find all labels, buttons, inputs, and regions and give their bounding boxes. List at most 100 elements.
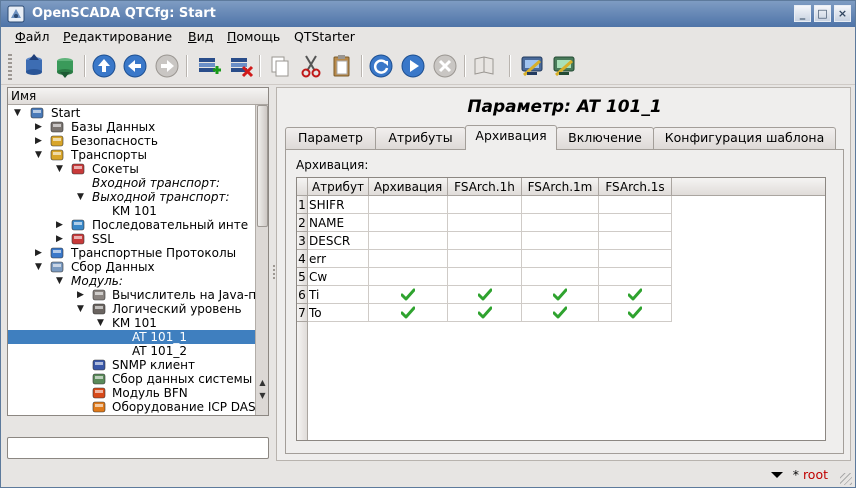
paste-icon[interactable]: [328, 52, 356, 80]
column-header-fsarch-1m[interactable]: FSArch.1m: [522, 178, 599, 196]
tree-item[interactable]: ▶ Вычислитель на Java-п: [8, 288, 256, 302]
user-menu-dropdown-icon[interactable]: [771, 472, 783, 478]
tree-item[interactable]: ▼ Сокеты: [8, 162, 255, 176]
collapsed-arrow-icon[interactable]: ▶: [77, 290, 87, 300]
menu-help[interactable]: Помощь: [227, 29, 280, 44]
copy-icon[interactable]: [266, 52, 294, 80]
tree-item[interactable]: AT 101_1: [8, 330, 255, 344]
toolbar-grip[interactable]: [8, 54, 12, 80]
archive-checkbox-cell[interactable]: [369, 286, 448, 304]
archive-checkbox-cell[interactable]: [599, 214, 672, 232]
collapsed-arrow-icon[interactable]: ▶: [35, 122, 45, 132]
db-load-icon[interactable]: [20, 52, 48, 80]
tree-item[interactable]: KM 101: [8, 204, 255, 218]
collapsed-arrow-icon[interactable]: ▶: [35, 248, 45, 258]
attribute-cell[interactable]: Ti: [308, 286, 369, 304]
attribute-cell[interactable]: SHIFR: [308, 196, 369, 214]
archive-checkbox-cell[interactable]: [369, 268, 448, 286]
expanded-arrow-icon[interactable]: ▼: [56, 276, 66, 286]
column-header-fsarch-1h[interactable]: FSArch.1h: [448, 178, 522, 196]
tree-item[interactable]: DAQ: [8, 414, 255, 415]
archive-checkbox-cell[interactable]: [522, 250, 599, 268]
archive-checkbox-cell[interactable]: [522, 304, 599, 322]
menu-file[interactable]: Файл: [15, 29, 50, 44]
tree-item[interactable]: ▼ Транспорты: [8, 148, 255, 162]
start-icon[interactable]: [399, 52, 427, 80]
archive-checkbox-cell[interactable]: [448, 214, 522, 232]
tree-item[interactable]: ▶ SSL: [8, 232, 255, 246]
manual-icon[interactable]: [470, 52, 498, 80]
status-input-field[interactable]: [7, 437, 269, 459]
attribute-cell[interactable]: To: [308, 304, 369, 322]
archive-checkbox-cell[interactable]: [448, 268, 522, 286]
row-number[interactable]: 3: [297, 232, 308, 250]
archive-checkbox-cell[interactable]: [522, 196, 599, 214]
attribute-cell[interactable]: NAME: [308, 214, 369, 232]
navigation-tree[interactable]: Имя ▼ Start ▶ Базы Данных ▶ Безопасность ▼ Тран…: [7, 87, 269, 416]
expanded-arrow-icon[interactable]: ▼: [97, 318, 107, 328]
archive-checkbox-cell[interactable]: [448, 232, 522, 250]
tree-item[interactable]: SNMP клиент: [8, 358, 255, 372]
archive-checkbox-cell[interactable]: [369, 214, 448, 232]
archive-checkbox-cell[interactable]: [522, 268, 599, 286]
archive-checkbox-cell[interactable]: [369, 232, 448, 250]
archive-checkbox-cell[interactable]: [369, 304, 448, 322]
collapsed-arrow-icon[interactable]: ▶: [56, 220, 66, 230]
attribute-cell[interactable]: Cw: [308, 268, 369, 286]
splitter-handle[interactable]: [273, 265, 275, 279]
tree-item[interactable]: Оборудование ICP DAS: [8, 400, 256, 414]
column-header-fsarch-1s[interactable]: FSArch.1s: [599, 178, 672, 196]
tab-attributes[interactable]: Атрибуты: [375, 127, 466, 149]
tab-enabling[interactable]: Включение: [556, 127, 654, 149]
tab-parameter[interactable]: Параметр: [285, 127, 376, 149]
tab-template-configuration[interactable]: Конфигурация шаблона: [653, 127, 836, 149]
collapsed-arrow-icon[interactable]: ▶: [35, 136, 45, 146]
archive-checkbox-cell[interactable]: [369, 196, 448, 214]
menu-view[interactable]: Вид: [188, 29, 213, 44]
tree-item[interactable]: Входной транспорт:: [8, 176, 255, 190]
menu-qtstarter[interactable]: QTStarter: [294, 29, 355, 44]
delete-item-icon[interactable]: [226, 52, 254, 80]
cut-icon[interactable]: [297, 52, 325, 80]
attribute-cell[interactable]: DESCR: [308, 232, 369, 250]
row-number[interactable]: 6: [297, 286, 308, 304]
stop-icon[interactable]: [431, 52, 459, 80]
archive-checkbox-cell[interactable]: [599, 232, 672, 250]
archive-checkbox-cell[interactable]: [599, 286, 672, 304]
tab-archiving[interactable]: Архивация: [465, 125, 557, 150]
tree-item[interactable]: Модуль BFN: [8, 386, 255, 400]
column-header-archiving[interactable]: Архивация: [369, 178, 448, 196]
tree-item[interactable]: ▼ Выходной транспорт:: [8, 190, 255, 204]
archiving-table[interactable]: Атрибут Архивация FSArch.1h FSArch.1m FS…: [296, 177, 826, 441]
up-icon[interactable]: [90, 52, 118, 80]
expanded-arrow-icon[interactable]: ▼: [56, 164, 66, 174]
archive-checkbox-cell[interactable]: [522, 214, 599, 232]
title-bar[interactable]: OpenSCADA QTCfg: Start _ □ ×: [1, 1, 855, 27]
tree-item[interactable]: ▼ KM 101: [8, 316, 255, 330]
expanded-arrow-icon[interactable]: ▼: [14, 108, 24, 118]
archive-checkbox-cell[interactable]: [522, 232, 599, 250]
tree-item[interactable]: ▼ Логический уровень: [8, 302, 255, 316]
archive-checkbox-cell[interactable]: [522, 286, 599, 304]
row-number[interactable]: 5: [297, 268, 308, 286]
archive-checkbox-cell[interactable]: [448, 304, 522, 322]
tree-column-header[interactable]: Имя: [8, 88, 268, 105]
maximize-button[interactable]: □: [814, 5, 831, 22]
expanded-arrow-icon[interactable]: ▼: [77, 304, 87, 314]
back-icon[interactable]: [121, 52, 149, 80]
tree-item[interactable]: AT 101_2: [8, 344, 255, 358]
tree-item[interactable]: ▶ Безопасность: [8, 134, 255, 148]
forward-icon[interactable]: [153, 52, 181, 80]
row-number[interactable]: 4: [297, 250, 308, 268]
add-item-icon[interactable]: [194, 52, 222, 80]
tree-item[interactable]: ▶ Базы Данных: [8, 120, 255, 134]
archive-checkbox-cell[interactable]: [599, 250, 672, 268]
tree-item[interactable]: Сбор данных системы: [8, 372, 255, 386]
archive-checkbox-cell[interactable]: [599, 304, 672, 322]
archive-checkbox-cell[interactable]: [599, 268, 672, 286]
remote-hosts-icon[interactable]: [550, 52, 578, 80]
refresh-icon[interactable]: [367, 52, 395, 80]
scrollbar-thumb[interactable]: [257, 105, 268, 227]
archive-checkbox-cell[interactable]: [448, 196, 522, 214]
archive-checkbox-cell[interactable]: [599, 196, 672, 214]
